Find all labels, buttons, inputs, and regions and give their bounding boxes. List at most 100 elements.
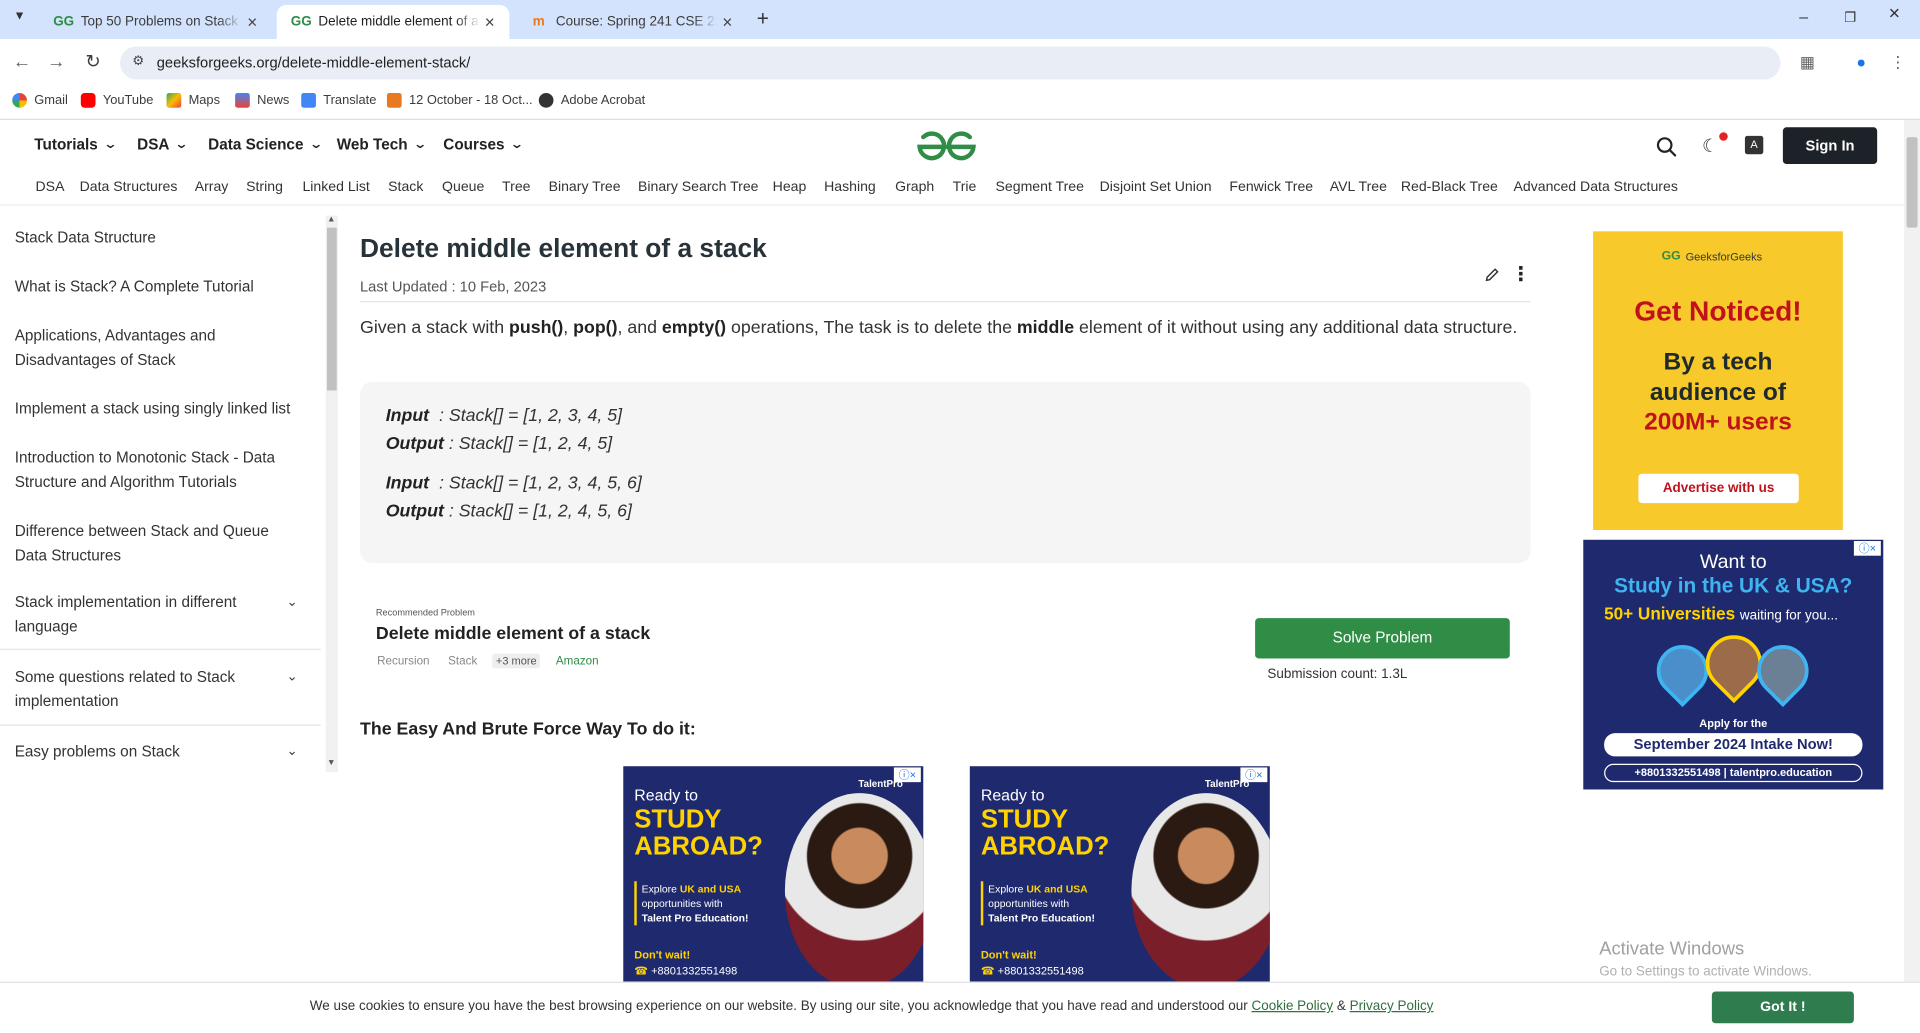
search-icon[interactable] (1656, 136, 1678, 158)
bookmark-gmail[interactable]: Gmail (12, 93, 68, 108)
profile-icon[interactable]: ● (1849, 50, 1873, 74)
subnav-array[interactable]: Array (195, 180, 229, 195)
talentpro-logo: TalentPro (858, 778, 903, 790)
ad-study-abroad-2[interactable]: ⓘ× TalentPro Ready to STUDY ABROAD? Expl… (969, 766, 1270, 982)
subnav-rb-tree[interactable]: Red-Black Tree (1401, 180, 1498, 195)
menu-dsa[interactable]: DSA ⌄ (137, 136, 189, 153)
chevron-down-icon: ⌄ (509, 137, 525, 152)
dark-mode-icon[interactable]: ☾ (1702, 135, 1718, 157)
subnav-string[interactable]: String (246, 180, 283, 195)
scroll-down-arrow[interactable]: ▼ (327, 759, 335, 768)
extensions-icon[interactable]: ▦ (1795, 50, 1819, 74)
bookmark-maps[interactable]: Maps (166, 93, 220, 108)
chevron-down-icon: ⌄ (412, 137, 428, 152)
subnav-data-structures[interactable]: Data Structures (80, 180, 178, 195)
ad-ready: Ready to (980, 785, 1045, 805)
recommended-title[interactable]: Delete middle element of a stack (376, 624, 650, 644)
menu-tutorials[interactable]: Tutorials ⌄ (34, 136, 117, 153)
subnav-graph[interactable]: Graph (895, 180, 934, 195)
sidebar-item-stack-vs-queue[interactable]: Difference between Stack and Queue Data … (15, 519, 303, 568)
privacy-policy-link[interactable]: Privacy Policy (1350, 999, 1434, 1014)
url-text[interactable]: geeksforgeeks.org/delete-middle-element-… (157, 54, 471, 71)
minimize-icon[interactable]: – (1790, 7, 1817, 31)
sign-in-button[interactable]: Sign In (1782, 127, 1878, 165)
subnav-trie[interactable]: Trie (953, 180, 977, 195)
site-info-icon[interactable]: ⚙ (132, 53, 144, 69)
bookmark-youtube[interactable]: YouTube (80, 93, 153, 108)
restore-icon[interactable]: ❐ (1837, 10, 1864, 34)
topic-subnav: DSA Data Structures Array String Linked … (0, 171, 1905, 206)
bookmark-translate[interactable]: Translate (301, 93, 376, 108)
close-tab-icon[interactable]: × (718, 12, 738, 32)
example-line: Output : Stack[] = [1, 2, 4, 5, 6] (385, 501, 632, 522)
ad-gfg[interactable]: GG GeeksforGeeks Get Noticed! By a tech a… (1593, 231, 1843, 530)
forward-icon[interactable]: → (44, 50, 68, 74)
subnav-advanced[interactable]: Advanced Data Structures (1513, 180, 1677, 195)
tag-stack[interactable]: Stack (448, 655, 477, 668)
close-window-icon[interactable]: × (1881, 4, 1908, 28)
close-tab-icon[interactable]: × (242, 12, 262, 32)
close-tab-icon[interactable]: × (480, 12, 500, 32)
tag-amazon[interactable]: Amazon (556, 655, 599, 668)
chevron-down-icon[interactable]: ⌄ (287, 668, 298, 685)
chevron-down-icon[interactable]: ⌄ (287, 743, 298, 759)
subnav-linked-list[interactable]: Linked List (302, 180, 369, 195)
got-it-button[interactable]: Got It ! (1711, 991, 1854, 1024)
tab-course[interactable]: m Course: Spring 241 CSE 2216 (L × (514, 5, 747, 39)
sidebar-item-linked-list[interactable]: Implement a stack using singly linked li… (15, 397, 303, 421)
subnav-binary-tree[interactable]: Binary Tree (549, 180, 621, 195)
language-icon[interactable]: A (1744, 135, 1764, 155)
chevron-down-icon[interactable]: ⌄ (287, 594, 298, 610)
subnav-stack[interactable]: Stack (388, 180, 423, 195)
solve-problem-button[interactable]: Solve Problem (1255, 618, 1510, 659)
ad-study-abroad-1[interactable]: ⓘ× TalentPro Ready to STUDY ABROAD? Expl… (623, 766, 924, 982)
subnav-bst[interactable]: Binary Search Tree (638, 180, 759, 195)
subnav-hashing[interactable]: Hashing (824, 180, 876, 195)
ad-study-uk-usa[interactable]: ⓘ× Want to Study in the UK & USA? 50+ Un… (1583, 539, 1884, 790)
menu-icon[interactable]: ⋮ (1886, 50, 1910, 74)
news-icon (235, 93, 250, 108)
youtube-icon (80, 93, 96, 108)
sidebar-item-stack-ds[interactable]: Stack Data Structure (15, 225, 303, 249)
subnav-dsa[interactable]: DSA (36, 180, 65, 195)
reload-icon[interactable]: ↻ (81, 50, 105, 74)
more-options-icon[interactable]: ⋮ (1511, 262, 1531, 286)
scroll-up-arrow[interactable]: ▲ (327, 215, 335, 224)
ad-gfg-button[interactable]: Advertise with us (1638, 473, 1799, 504)
sidebar-scrollbar[interactable]: ▲ ▼ (325, 215, 338, 773)
bookmark-october[interactable]: 12 October - 18 Oct... (386, 93, 533, 108)
menu-courses[interactable]: Courses ⌄ (443, 136, 525, 153)
ad-uk-contact: +8801332551498 | talentpro.education (1604, 763, 1863, 783)
subnav-tree[interactable]: Tree (502, 180, 530, 195)
subnav-fenwick[interactable]: Fenwick Tree (1229, 180, 1313, 195)
edit-icon[interactable] (1484, 267, 1500, 283)
sidebar-scroll-thumb[interactable] (326, 227, 337, 391)
page-scrollbar[interactable] (1904, 119, 1920, 982)
new-tab-button[interactable]: + (757, 7, 769, 31)
bookmark-acrobat[interactable]: Adobe Acrobat (538, 93, 645, 108)
subnav-dsu[interactable]: Disjoint Set Union (1100, 180, 1212, 195)
menu-web-tech[interactable]: Web Tech ⌄ (337, 136, 428, 153)
tag-recursion[interactable]: Recursion (377, 655, 429, 668)
back-icon[interactable]: ← (10, 50, 34, 74)
tab-search-button[interactable]: ▼ (10, 10, 30, 30)
sidebar-item-implementation[interactable]: Stack implementation in different langua… (15, 590, 260, 639)
bookmark-news[interactable]: News (235, 93, 289, 108)
subnav-heap[interactable]: Heap (773, 180, 807, 195)
gfg-logo[interactable] (916, 131, 977, 163)
tab-delete-middle[interactable]: GG Delete middle element of a stac × (276, 4, 510, 40)
menu-data-science[interactable]: Data Science ⌄ (208, 136, 323, 153)
subnav-segment-tree[interactable]: Segment Tree (996, 180, 1084, 195)
sidebar-item-what-is-stack[interactable]: What is Stack? A Complete Tutorial (15, 274, 303, 298)
tab-top-50-problems[interactable]: GG Top 50 Problems on Stack Data × (39, 5, 272, 39)
sidebar-item-applications[interactable]: Applications, Advantages and Disadvantag… (15, 323, 260, 372)
sidebar-item-questions[interactable]: Some questions related to Stack implemen… (15, 665, 260, 714)
subnav-queue[interactable]: Queue (442, 180, 484, 195)
sidebar-item-monotonic[interactable]: Introduction to Monotonic Stack - Data S… (15, 446, 303, 495)
cookie-policy-link[interactable]: Cookie Policy (1252, 999, 1334, 1014)
page-scroll-thumb[interactable] (1906, 137, 1918, 228)
tag-more[interactable]: +3 more (492, 653, 541, 669)
sidebar-item-easy-problems[interactable]: Easy problems on Stack (15, 739, 303, 763)
address-bar[interactable]: ⚙ geeksforgeeks.org/delete-middle-elemen… (120, 46, 1781, 80)
subnav-avl[interactable]: AVL Tree (1330, 180, 1387, 195)
